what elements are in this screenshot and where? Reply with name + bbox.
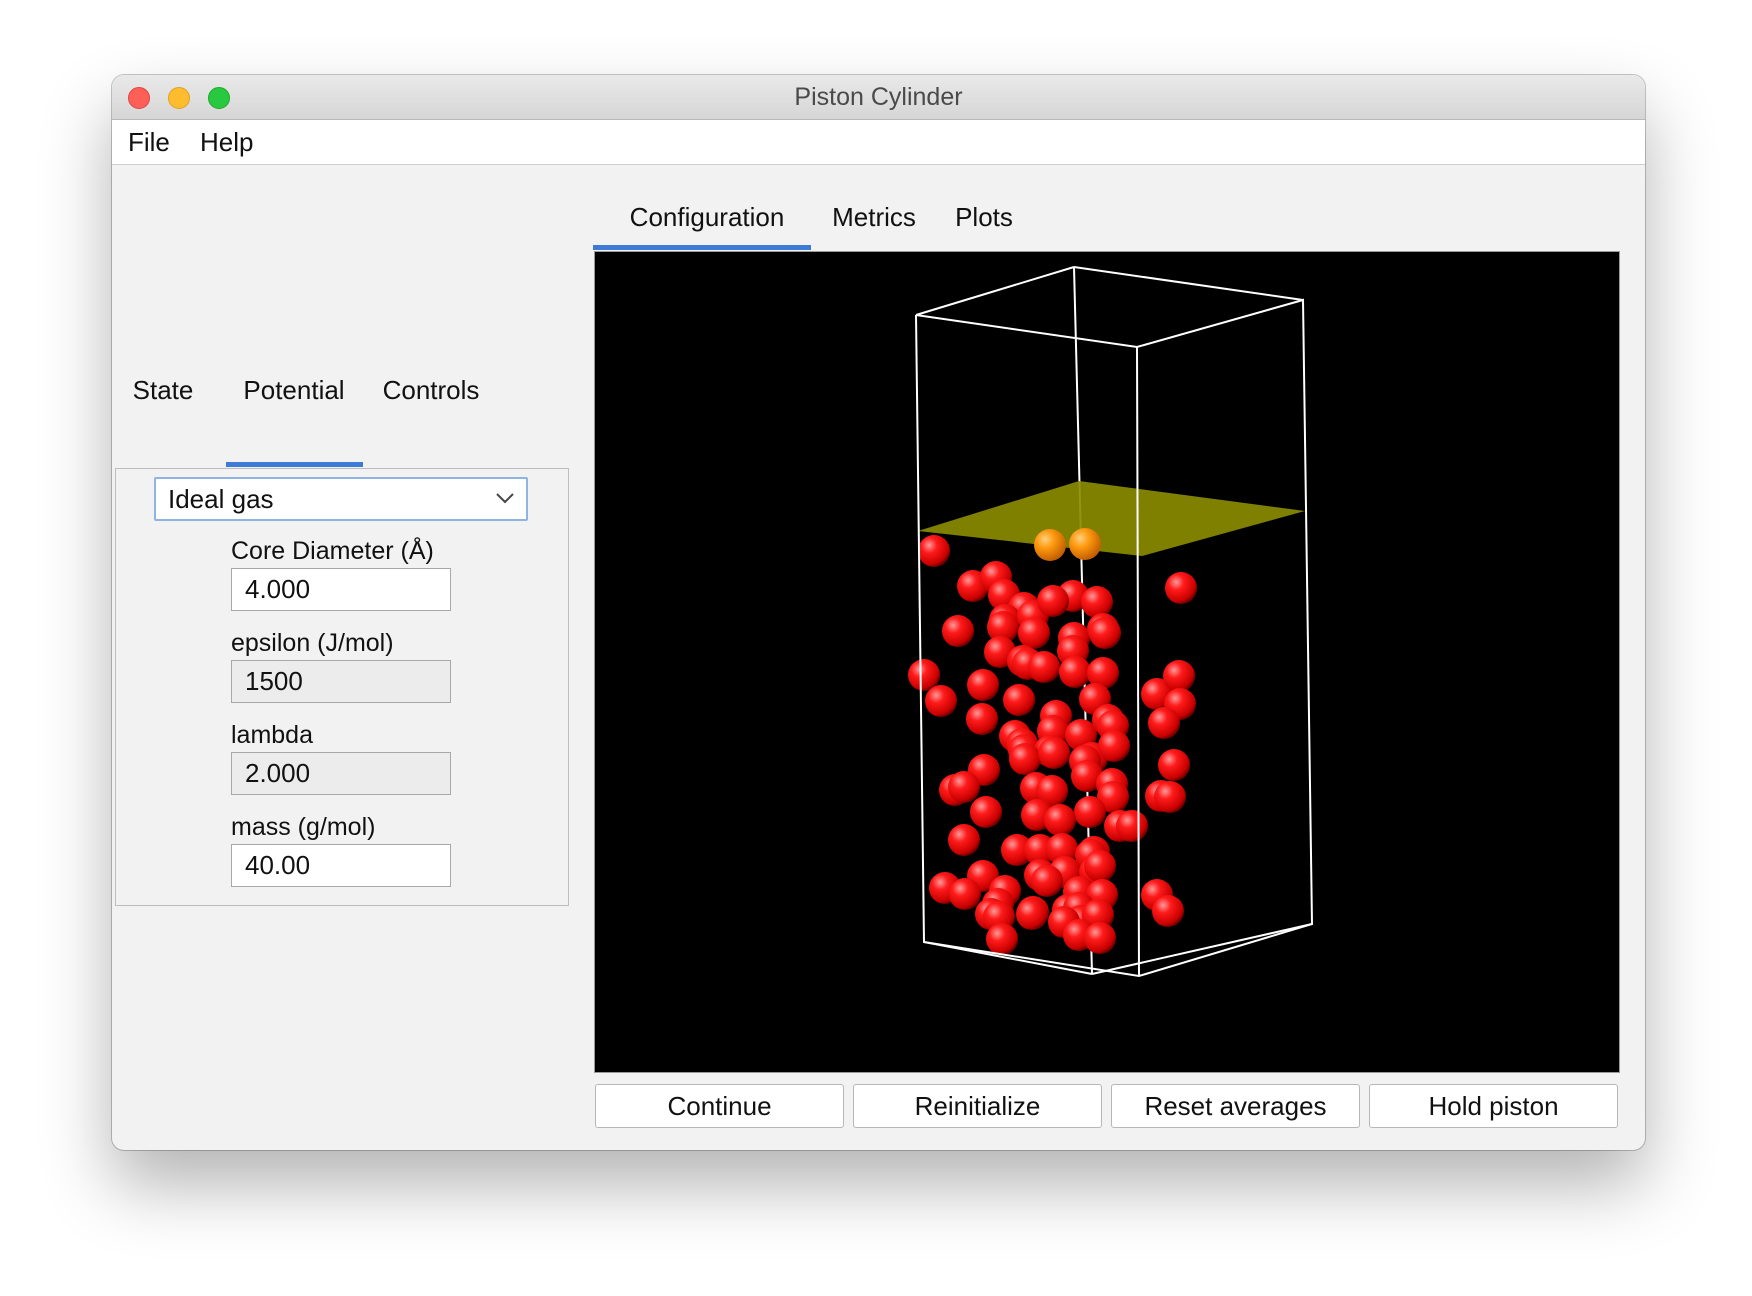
- tab-plots[interactable]: Plots: [944, 202, 1024, 233]
- atom: [1018, 617, 1050, 649]
- tab-configuration[interactable]: Configuration: [602, 202, 812, 233]
- atom: [1084, 850, 1116, 882]
- atom: [1148, 707, 1180, 739]
- atom: [1003, 684, 1035, 716]
- potential-panel: Ideal gas Core Diameter (Å) 4.000 epsilo…: [115, 468, 569, 906]
- atom: [1116, 810, 1148, 842]
- window-title: Piston Cylinder: [794, 83, 963, 111]
- atom: [1044, 804, 1076, 836]
- menu-help[interactable]: Help: [200, 120, 253, 164]
- atom: [948, 824, 980, 856]
- piston-plane: [918, 481, 1305, 556]
- lambda-label: lambda: [231, 721, 313, 749]
- atom: [1037, 585, 1069, 617]
- atom: [1016, 898, 1048, 930]
- piston-atom: [1069, 528, 1101, 560]
- atom: [1098, 730, 1130, 762]
- mass-label: mass (g/mol): [231, 813, 376, 841]
- title-bar[interactable]: Piston Cylinder: [112, 75, 1645, 120]
- atom: [948, 771, 980, 803]
- atom: [1009, 743, 1041, 775]
- tab-potential[interactable]: Potential: [226, 375, 362, 406]
- atom: [1028, 651, 1060, 683]
- chevron-down-icon: [496, 493, 514, 504]
- atom: [1059, 656, 1091, 688]
- hold-piston-button[interactable]: Hold piston: [1369, 1084, 1618, 1128]
- box-edge-front-vertical: [1136, 346, 1140, 977]
- atoms-lower-layer: [908, 535, 1197, 955]
- tab-state[interactable]: State: [123, 375, 203, 406]
- atom: [1154, 781, 1186, 813]
- box-edge-back-left: [915, 266, 1075, 316]
- atom: [1089, 617, 1121, 649]
- atom: [1081, 586, 1113, 618]
- simulation-scene[interactable]: [595, 252, 1619, 1072]
- atom: [918, 535, 950, 567]
- core-diameter-field[interactable]: 4.000: [231, 568, 451, 611]
- menu-file[interactable]: File: [128, 120, 170, 164]
- atom: [1031, 865, 1063, 897]
- lambda-field: 2.000: [231, 752, 451, 795]
- box-edge-back-right: [1073, 266, 1304, 301]
- reinitialize-button[interactable]: Reinitialize: [853, 1084, 1102, 1128]
- atom: [967, 669, 999, 701]
- atom: [1165, 572, 1197, 604]
- box-edge-back-bottom-right: [1091, 923, 1313, 975]
- mass-field[interactable]: 40.00: [231, 844, 451, 887]
- menu-bar: File Help: [112, 120, 1645, 165]
- tab-potential-selected-indicator: [226, 462, 363, 467]
- piston-atom: [1034, 529, 1066, 561]
- atom: [1152, 895, 1184, 927]
- atom: [986, 923, 1018, 955]
- tab-configuration-selected-indicator: [593, 245, 811, 250]
- core-diameter-label: Core Diameter (Å): [231, 537, 434, 565]
- potential-type-select[interactable]: Ideal gas: [154, 477, 528, 521]
- epsilon-label: epsilon (J/mol): [231, 629, 394, 657]
- atom: [1158, 749, 1190, 781]
- atom: [1084, 922, 1116, 954]
- tab-controls[interactable]: Controls: [374, 375, 488, 406]
- atom: [925, 685, 957, 717]
- atom: [949, 878, 981, 910]
- continue-button[interactable]: Continue: [595, 1084, 844, 1128]
- reset-averages-button[interactable]: Reset averages: [1111, 1084, 1360, 1128]
- configuration-3d-view[interactable]: [594, 251, 1620, 1073]
- epsilon-field: 1500: [231, 660, 451, 703]
- app-window: Piston Cylinder File Help State Potentia…: [112, 75, 1645, 1150]
- atom: [1038, 737, 1070, 769]
- atom: [942, 615, 974, 647]
- atom: [1074, 796, 1106, 828]
- potential-type-value: Ideal gas: [168, 484, 274, 514]
- atom: [966, 703, 998, 735]
- atom: [970, 796, 1002, 828]
- tab-metrics[interactable]: Metrics: [822, 202, 926, 233]
- atom: [1163, 660, 1195, 692]
